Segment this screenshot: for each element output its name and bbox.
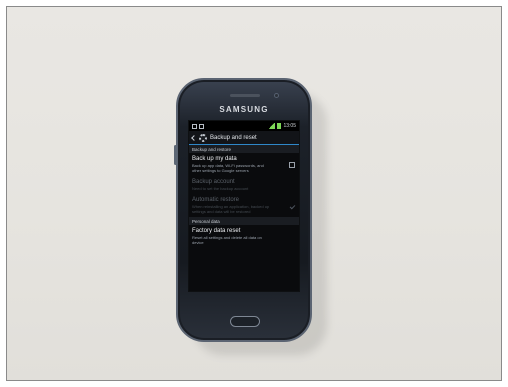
- image-frame: SAMSUNG 13:05 Backup and reset Backup an…: [0, 0, 508, 387]
- gear-icon: [199, 133, 207, 142]
- status-time: 13:05: [283, 123, 296, 129]
- phone-screen: 13:05 Backup and reset Backup and restor…: [188, 120, 300, 292]
- signal-icon: [268, 123, 276, 129]
- status-bar: 13:05: [189, 121, 299, 131]
- setting-title: Backup account: [192, 179, 235, 185]
- setting-title: Factory data reset: [192, 228, 241, 234]
- brand-logo: SAMSUNG: [219, 105, 269, 114]
- section-personal-data: Personal data: [189, 217, 299, 225]
- setting-factory-data-reset[interactable]: Factory data reset Reset all settings an…: [189, 225, 299, 248]
- volume-key[interactable]: [174, 145, 177, 165]
- setting-backup-my-data[interactable]: Back up my data Back up app data, Wi-Fi …: [189, 153, 299, 176]
- setting-automatic-restore: Automatic restore When reinstalling an a…: [189, 194, 299, 217]
- section-backup-and-restore: Backup and restore: [189, 145, 299, 153]
- battery-icon: [277, 123, 282, 129]
- setting-backup-account: Backup account Need to set the backup ac…: [189, 176, 299, 194]
- smartphone: SAMSUNG 13:05 Backup and reset Backup an…: [176, 78, 312, 342]
- download-icon: [199, 123, 204, 129]
- setting-title: Back up my data: [192, 156, 237, 162]
- back-arrow-icon[interactable]: [191, 134, 197, 141]
- checkbox[interactable]: [289, 162, 295, 168]
- earpiece-speaker: [230, 94, 260, 97]
- setting-subtitle: Need to set the backup account: [192, 186, 249, 191]
- setting-subtitle: Reset all settings and delete all data o…: [192, 235, 262, 245]
- page-title: Backup and reset: [210, 134, 257, 141]
- home-button[interactable]: [230, 316, 260, 327]
- check-icon: [289, 203, 296, 210]
- notification-icon: [192, 123, 197, 129]
- setting-subtitle: When reinstalling an application, backed…: [192, 204, 270, 214]
- settings-header[interactable]: Backup and reset: [189, 131, 299, 145]
- setting-subtitle: Back up app data, Wi-Fi passwords, and o…: [192, 163, 264, 173]
- front-camera: [274, 93, 279, 98]
- setting-title: Automatic restore: [192, 197, 240, 203]
